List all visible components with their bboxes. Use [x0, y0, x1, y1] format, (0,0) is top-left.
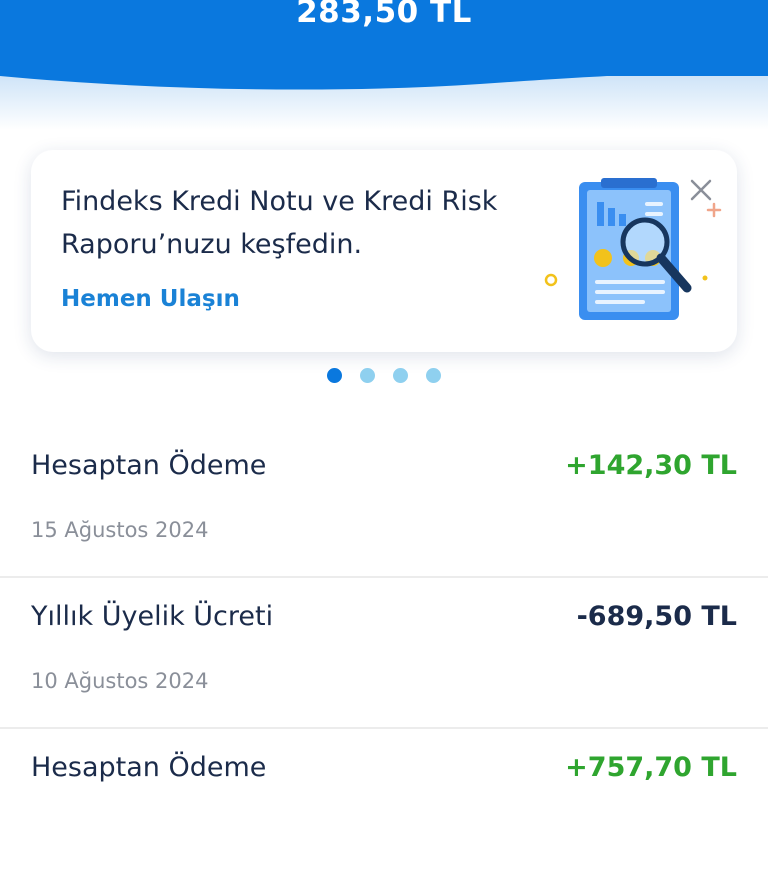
transaction-title: Yıllık Üyelik Ücreti: [31, 601, 274, 632]
transaction-date: 10 Ağustos 2024: [31, 669, 209, 693]
header-wave: [0, 60, 768, 130]
pager-dot[interactable]: [426, 368, 441, 383]
pager-dot[interactable]: [360, 368, 375, 383]
transaction-title: Hesaptan Ödeme: [31, 450, 267, 481]
promo-pager[interactable]: [327, 368, 441, 384]
transaction-row[interactable]: Hesaptan Ödeme +142,30 TL 15 Ağustos 202…: [0, 426, 768, 578]
promo-link-button[interactable]: Hemen Ulaşın: [61, 286, 240, 312]
transaction-date: 15 Ağustos 2024: [31, 518, 209, 542]
transaction-row[interactable]: Hesaptan Ödeme +757,70 TL: [0, 728, 768, 878]
account-balance: 283,50 TL: [296, 0, 472, 30]
pager-dot[interactable]: [393, 368, 408, 383]
transaction-amount: +142,30 TL: [565, 450, 737, 481]
transaction-row[interactable]: Yıllık Üyelik Ücreti -689,50 TL 10 Ağust…: [0, 577, 768, 729]
close-icon[interactable]: [687, 176, 717, 206]
balance-header: 283,50 TL: [0, 0, 768, 130]
transaction-amount: -689,50 TL: [576, 601, 737, 632]
pager-dot[interactable]: [327, 368, 342, 383]
promo-title: Findeks Kredi Notu ve Kredi Risk Raporu’…: [61, 186, 498, 260]
findeks-promo-card[interactable]: Findeks Kredi Notu ve Kredi Risk Raporu’…: [31, 150, 737, 352]
